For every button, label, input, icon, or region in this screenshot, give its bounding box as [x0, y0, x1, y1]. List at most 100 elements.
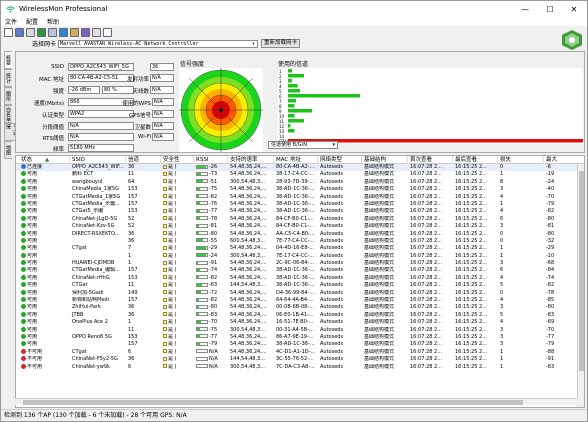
new-icon[interactable]: [4, 27, 13, 37]
cell-text: -24: [546, 178, 555, 185]
table-row[interactable]: 不可用 CTgat 6 是 (N/A 54,48,36,24,... 4C-D1-A1-1…: [16, 348, 584, 356]
cell-text: 不可用: [27, 348, 43, 355]
column-header[interactable]: 安全性: [161, 156, 194, 164]
cell-text: Autoseds: [320, 348, 344, 355]
signal-bar-fill: [197, 232, 199, 235]
tab-graph[interactable]: 图形: [4, 87, 12, 105]
table-row[interactable]: 可用 CTGat 11 是 (-63 144,54,48,3... 38-AD-1C-36…: [16, 282, 584, 289]
table-row[interactable]: 可用 ZhiHui-Park 36 是 (-80 54,48,36,24,... 00-0…: [16, 304, 584, 311]
log-icon[interactable]: [70, 27, 79, 37]
menu-config[interactable]: 配置: [26, 17, 38, 26]
table-row[interactable]: 可用 JTBB 36 是 (-83 54,48,36,24,... 06-E0-1B-41…: [16, 311, 584, 319]
cell-text: 16:15:25 2...: [455, 282, 487, 289]
column-header[interactable]: 网络类型: [318, 156, 362, 164]
help-icon[interactable]: [103, 27, 112, 37]
network-icon[interactable]: [81, 27, 90, 37]
menu-file[interactable]: 文件: [5, 17, 17, 26]
column-header[interactable]: 信道: [126, 156, 161, 164]
cell-text: 1: [500, 356, 504, 363]
column-header[interactable]: MAC 地址: [274, 156, 318, 164]
column-header[interactable]: 基础结构: [362, 156, 408, 164]
cell-text: 不可用: [27, 356, 43, 363]
channel-value: 36: [150, 63, 174, 71]
maximize-button[interactable]: ☐: [539, 1, 561, 17]
max-cell: -69: [544, 319, 579, 326]
cell-text: 4: [500, 274, 504, 281]
table-row[interactable]: 可用 CTGatMedia_编辑... 157 是 (-74 54,48,36,24,.…: [16, 267, 584, 274]
table-row[interactable]: 可用 新锦和站啊Medi 157 是 (-82 54,48,36,24,... 64-64…: [16, 297, 584, 304]
cell-text: 16:07:28 2...: [410, 237, 442, 244]
table-row[interactable]: 可用 ChinaNet-JLgD-5G 52 是 (-78 54,48,36,24,..…: [16, 215, 584, 223]
minimize-button[interactable]: —: [514, 1, 536, 17]
table-row[interactable]: 不可用 ChinaNet-yw9k 6 是 (N/A 300,54,48,3... 7C-…: [16, 363, 584, 371]
first-seen-cell: 16:07:28 2...: [408, 304, 453, 311]
tab-map[interactable]: 地图: [4, 141, 12, 159]
channel-cell: 157: [126, 297, 161, 304]
scroll-thumb[interactable]: [23, 400, 523, 405]
tab-summary[interactable]: 概要: [4, 51, 12, 69]
cell-text: 16:15:25 2...: [455, 186, 487, 193]
table-row[interactable]: 可用 1 是 (-24 300,54,48,3... 7E-17-C4-CC-... Au…: [16, 252, 584, 260]
table-row[interactable]: 可用 鹏科 ECT 11 是 (-73 54,48,36,24,... 38-17-C4-…: [16, 171, 584, 178]
start-icon[interactable]: [37, 27, 46, 37]
menu-help[interactable]: 帮助: [47, 17, 59, 26]
tab-whitelist[interactable]: 白名单: [4, 105, 12, 123]
status-cell: 可用: [19, 260, 70, 267]
table-row[interactable]: 可用 wangbouyul 64 是 (-51 300,54,48,3... 28-93-…: [16, 178, 584, 186]
table-row[interactable]: 已连接 OPPO_A2C543_WIF... 36 是 (-26 54,48,36,24…: [16, 164, 584, 172]
table-row[interactable]: 可用 DIRECT-RSXEKTO... 36 是 (-80 54,48,36,24,.…: [16, 230, 584, 238]
table-row[interactable]: 可用 CTGat5_示编 153 是 (-77 54,48,36,24,... 38-AD…: [16, 208, 584, 215]
table-row[interactable]: 可用 OnePlus Ace 2 1 是 (-70 54,48,36,24,... 16-…: [16, 319, 584, 326]
column-header[interactable]: 损失: [498, 156, 544, 164]
table-row[interactable]: 不可用 ChinaNet-F5y2-5G 36 是 (N/A 144,54,48,3..…: [16, 356, 584, 363]
table-row[interactable]: 可用 ChinaNet-rHhG 153 是 (-82 54,48,36,24,... 3…: [16, 274, 584, 282]
table-row[interactable]: 可用 11 是 (-75 300,54,48,3... 00-31-A4-5B-... A…: [16, 326, 584, 334]
table-row[interactable]: 可用 保利加-5Gadi 149 是 (-72 54,48,36,24,... D4-36…: [16, 289, 584, 297]
adapter-select[interactable]: Marvell AVASTAR Wireless-AC Network Cont…: [58, 39, 259, 48]
column-header[interactable]: RSSI: [194, 156, 228, 164]
column-header[interactable]: 最大: [544, 156, 584, 164]
table-row[interactable]: 可用 ChinaNet-Kzv-5G 52 是 (-81 54,48,36,24,...…: [16, 223, 584, 230]
tab-statistics[interactable]: 统计: [4, 69, 12, 87]
cell-text: 4: [500, 193, 504, 200]
table-row[interactable]: 可用 157 是 (-79 54,48,36,24,... 38-AD-1C-36-..…: [16, 341, 584, 348]
cell-text: 基础结构模式: [364, 297, 395, 304]
column-header[interactable]: 首次查看: [408, 156, 453, 164]
table-row[interactable]: 可用 OPPO Reno8 5G 153 是 (-77 54,48,36,24,... 8…: [16, 333, 584, 341]
signal-bar: [196, 171, 208, 176]
table-row[interactable]: 可用 CTGatMedia_示偏... 157 是 (-76 54,48,36,24,.…: [16, 200, 584, 208]
rssi-cell: -63: [194, 282, 228, 289]
table-row[interactable]: 可用 CTGatMedia_1家5G 157 是 (-82 54,48,36,24,..…: [16, 193, 584, 201]
rescan-adapter-button[interactable]: 重新加载网卡: [261, 39, 301, 48]
channel-filter-select[interactable]: 信道使用 B/G/N ▾: [268, 141, 338, 149]
last-seen-cell: 16:15:25 2...: [453, 245, 498, 252]
scroll-thumb[interactable]: [579, 171, 584, 371]
table-row[interactable]: 可用 CTgat 7 是 (-29 54,48,36,24,... 04-4D-16-E8…: [16, 245, 584, 252]
cell-text: 是 (: [168, 200, 177, 207]
signal-bar-fill: [197, 209, 200, 212]
table-row[interactable]: 可用 HUAWEI-CJDMDB 1 是 (-91 54,48,36,24,... 2C-…: [16, 260, 584, 267]
lock-icon: [163, 216, 167, 221]
cell-text: 是 (: [168, 363, 177, 370]
print-icon[interactable]: [48, 27, 57, 37]
table-row[interactable]: 可用 ChinaMedia_1家5G 153 是 (-75 54,48,36,24,..…: [16, 186, 584, 193]
first-seen-cell: 16:07:28 2...: [408, 356, 453, 363]
export-icon[interactable]: [59, 27, 68, 37]
infra-cell: 基础结构模式: [362, 164, 408, 171]
column-header[interactable]: SSID: [70, 156, 126, 164]
status-cell: 可用: [19, 319, 70, 326]
save-icon[interactable]: [15, 27, 24, 37]
table-row[interactable]: 可用 36 是 (-55 600,54,48,3... 7E-77-C4-CC-... A…: [16, 237, 584, 245]
about-icon[interactable]: [92, 27, 101, 37]
column-header[interactable]: 支持的速率: [228, 156, 274, 164]
last-seen-cell: 16:15:25 2...: [453, 304, 498, 311]
column-header[interactable]: 最后查看: [453, 156, 498, 164]
cell-text: 157: [128, 200, 138, 207]
close-button[interactable]: ✕: [563, 1, 585, 17]
open-icon[interactable]: [26, 27, 35, 37]
cell-text: 16:15:25 2...: [455, 223, 487, 230]
cell-text: HUAWEI-CJDMDB: [72, 260, 115, 267]
vertical-scrollbar[interactable]: [577, 164, 584, 407]
horizontal-scrollbar[interactable]: [15, 398, 578, 405]
cell-text: 1: [500, 348, 504, 355]
